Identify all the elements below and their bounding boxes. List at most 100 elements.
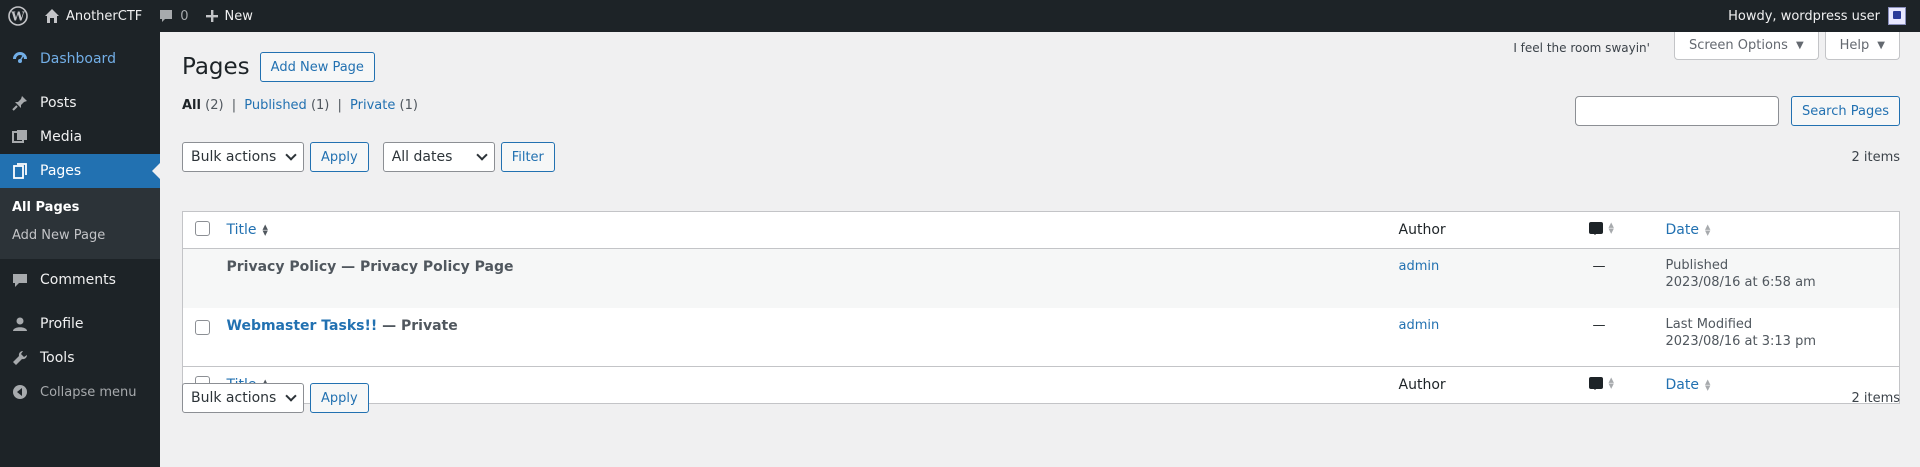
row-date: 2023/08/16 at 3:13 pm (1665, 333, 1817, 349)
sort-by-date[interactable]: Date ▲ ▼ (1666, 222, 1711, 238)
submenu-add-new-page[interactable]: Add New Page (0, 223, 160, 251)
row-comments: — (1592, 317, 1606, 333)
site-name-link[interactable]: AnotherCTF (36, 0, 150, 32)
bulk-actions-select-bottom[interactable]: Bulk actions (182, 383, 304, 413)
wrench-icon (10, 348, 30, 368)
column-author: Author (1398, 222, 1446, 238)
avatar (1888, 7, 1906, 25)
sort-by-title[interactable]: Title ▲ ▼ (227, 222, 268, 238)
menu-item-media[interactable]: Media (0, 120, 160, 154)
bulk-actions-value: Bulk actions (191, 390, 277, 406)
row-title[interactable]: Privacy Policy (227, 259, 337, 275)
date-filter-select[interactable]: All dates (382, 142, 495, 172)
menu-label-collapse: Collapse menu (40, 384, 137, 400)
search-pages-button[interactable]: Search Pages (1790, 96, 1900, 126)
view-private-label: Private (350, 98, 396, 113)
howdy-text: Howdy, wordpress user (1728, 8, 1880, 24)
menu-item-profile[interactable]: Profile (0, 307, 160, 341)
screen-options-label: Screen Options (1688, 38, 1788, 53)
sort-by-comments[interactable]: ▲ ▼ (1588, 222, 1614, 235)
row-date: 2023/08/16 at 6:58 am (1665, 275, 1816, 290)
filter-button[interactable]: Filter (500, 142, 555, 172)
view-all-count: (2) (205, 98, 224, 113)
menu-label-profile: Profile (40, 316, 84, 332)
row-checkbox[interactable] (195, 319, 210, 335)
comments-link[interactable]: 0 (150, 0, 196, 32)
media-icon (10, 127, 30, 147)
page-title: Pages (182, 54, 250, 80)
menu-item-comments[interactable]: Comments (0, 263, 160, 297)
search-input[interactable] (1574, 96, 1779, 126)
comment-bubble-icon (158, 8, 174, 24)
help-label: Help (1839, 38, 1870, 53)
apply-button-bottom[interactable]: Apply (310, 383, 369, 413)
bulk-actions-select[interactable]: Bulk actions (182, 142, 304, 172)
row-author-link[interactable]: admin (1399, 318, 1440, 333)
date-filter-value: All dates (391, 149, 453, 165)
view-all-link[interactable]: All (2) (182, 98, 224, 113)
items-count-bottom: 2 items (1851, 390, 1900, 406)
home-icon (44, 8, 60, 24)
comment-icon (1588, 222, 1603, 235)
menu-label-posts: Posts (40, 95, 77, 111)
bulk-actions-value: Bulk actions (191, 149, 277, 165)
view-separator: | (337, 98, 342, 113)
menu-label-tools: Tools (40, 350, 75, 366)
select-all-checkbox[interactable] (195, 220, 210, 236)
sort-icon: ▲▼ (1704, 223, 1711, 237)
row-author-link[interactable]: admin (1399, 259, 1440, 274)
user-icon (10, 314, 30, 334)
apply-button[interactable]: Apply (310, 142, 369, 172)
chevron-down-icon (476, 149, 488, 161)
tablenav-top: Bulk actions Apply All dates Filter 2 it… (182, 142, 1900, 172)
row-state: — Private (377, 317, 458, 334)
view-private-link[interactable]: Private (1) (350, 98, 418, 113)
comment-icon (10, 270, 30, 290)
site-name: AnotherCTF (66, 8, 143, 24)
view-published-count: (1) (310, 98, 330, 113)
sort-icon: ▲▼ (262, 223, 268, 237)
new-label: New (224, 8, 253, 24)
view-separator: | (231, 98, 237, 113)
column-date-label: Date (1665, 222, 1699, 238)
my-account-link[interactable]: Howdy, wordpress user (1720, 0, 1914, 32)
menu-label-comments: Comments (40, 272, 116, 288)
new-content-link[interactable]: New (197, 0, 261, 32)
row-title-link[interactable]: Webmaster Tasks!! (227, 318, 378, 334)
collapse-menu-button[interactable]: Collapse menu (0, 375, 160, 409)
row-state: — Privacy Policy Page (336, 259, 514, 275)
menu-item-pages[interactable]: Pages (0, 154, 160, 188)
pin-icon (10, 93, 30, 113)
menu-label-pages: Pages (40, 163, 82, 179)
column-title-label: Title (226, 222, 257, 238)
wordpress-logo-icon[interactable]: W (0, 0, 36, 32)
help-button[interactable]: Help ▼ (1824, 32, 1900, 60)
view-published-link[interactable]: Published (1) (244, 98, 329, 113)
admin-menu: Dashboard Posts Media Pages All Pages Ad… (0, 32, 160, 467)
pages-table: Title ▲ ▼ Author ▲ ▼ Date ▲ ▼ Privacy Po… (182, 211, 1900, 404)
hello-dolly-lyrics: I feel the room swayin' (1513, 41, 1650, 55)
table-row: Webmaster Tasks!! — Private admin — Last… (183, 308, 1900, 367)
view-published-label: Published (244, 98, 307, 113)
row-comments: — (1592, 259, 1606, 274)
add-new-page-button[interactable]: Add New Page (259, 52, 375, 82)
tablenav-bottom: Bulk actions Apply 2 items (182, 383, 1900, 413)
menu-label-dashboard: Dashboard (40, 51, 116, 67)
menu-item-posts[interactable]: Posts (0, 86, 160, 120)
svg-text:W: W (10, 10, 25, 24)
items-count: 2 items (1851, 149, 1900, 165)
caret-down-icon: ▼ (1877, 40, 1885, 51)
table-header-row: Title ▲ ▼ Author ▲ ▼ Date ▲ ▼ (182, 212, 1900, 249)
menu-item-tools[interactable]: Tools (0, 341, 160, 375)
table-row: Privacy Policy — Privacy Policy Page adm… (182, 248, 1900, 308)
main-content: I feel the room swayin' Screen Options ▼… (160, 32, 1920, 467)
view-private-count: (1) (399, 98, 418, 113)
screen-options-button[interactable]: Screen Options ▼ (1673, 32, 1819, 60)
chevron-down-icon (285, 149, 297, 161)
collapse-icon (10, 382, 30, 402)
comments-count: 0 (180, 8, 189, 24)
submenu-all-pages[interactable]: All Pages (0, 195, 160, 223)
menu-item-dashboard[interactable]: Dashboard (0, 42, 160, 76)
chevron-down-icon (285, 390, 297, 402)
menu-label-media: Media (40, 129, 83, 145)
